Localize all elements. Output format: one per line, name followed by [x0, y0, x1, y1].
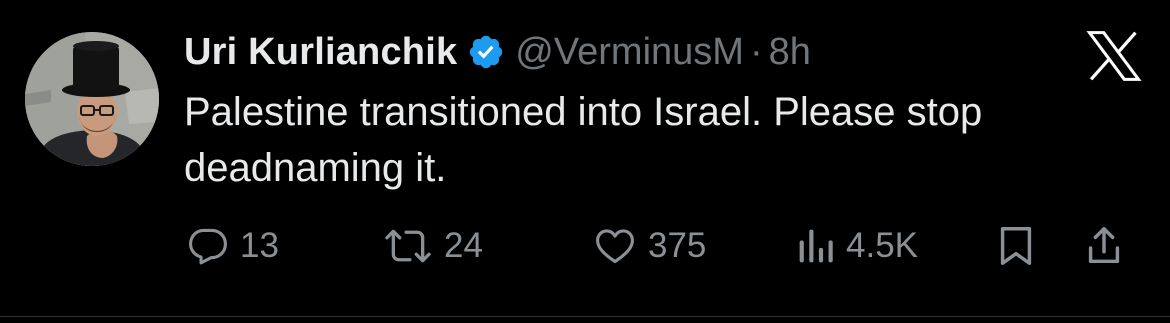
tweet-card[interactable]: Uri Kurlianchik @VerminusM · 8h Palestin…: [0, 0, 1170, 323]
like-button[interactable]: 375: [592, 218, 706, 274]
bookmark-button[interactable]: [996, 218, 1036, 274]
views-count: 4.5K: [846, 226, 918, 265]
header-separator: ·: [749, 30, 763, 73]
views-icon: [796, 224, 836, 268]
like-count: 375: [648, 226, 707, 265]
share-icon: [1084, 223, 1124, 269]
reply-icon: [186, 224, 230, 268]
display-name[interactable]: Uri Kurlianchik: [184, 31, 457, 74]
reply-count: 13: [240, 226, 279, 265]
reply-button[interactable]: 13: [186, 218, 279, 274]
repost-icon: [382, 224, 434, 268]
bookmark-icon: [996, 223, 1036, 269]
verified-badge-icon[interactable]: [467, 33, 505, 71]
repost-button[interactable]: 24: [382, 218, 483, 274]
tweet-text: Palestine transitioned into Israel. Plea…: [184, 90, 983, 190]
heart-icon: [592, 224, 638, 268]
share-button[interactable]: [1084, 218, 1124, 274]
tweet-header: Uri Kurlianchik @VerminusM · 8h: [184, 26, 811, 78]
user-handle[interactable]: @VerminusM: [515, 31, 744, 74]
x-logo-icon: [1086, 30, 1142, 82]
action-bar: 13 24 375 4.5K: [0, 218, 1170, 274]
repost-count: 24: [444, 226, 483, 265]
avatar[interactable]: [25, 32, 159, 166]
views-button[interactable]: 4.5K: [796, 218, 918, 274]
bottom-divider: [0, 316, 1170, 317]
timestamp[interactable]: 8h: [769, 31, 811, 74]
